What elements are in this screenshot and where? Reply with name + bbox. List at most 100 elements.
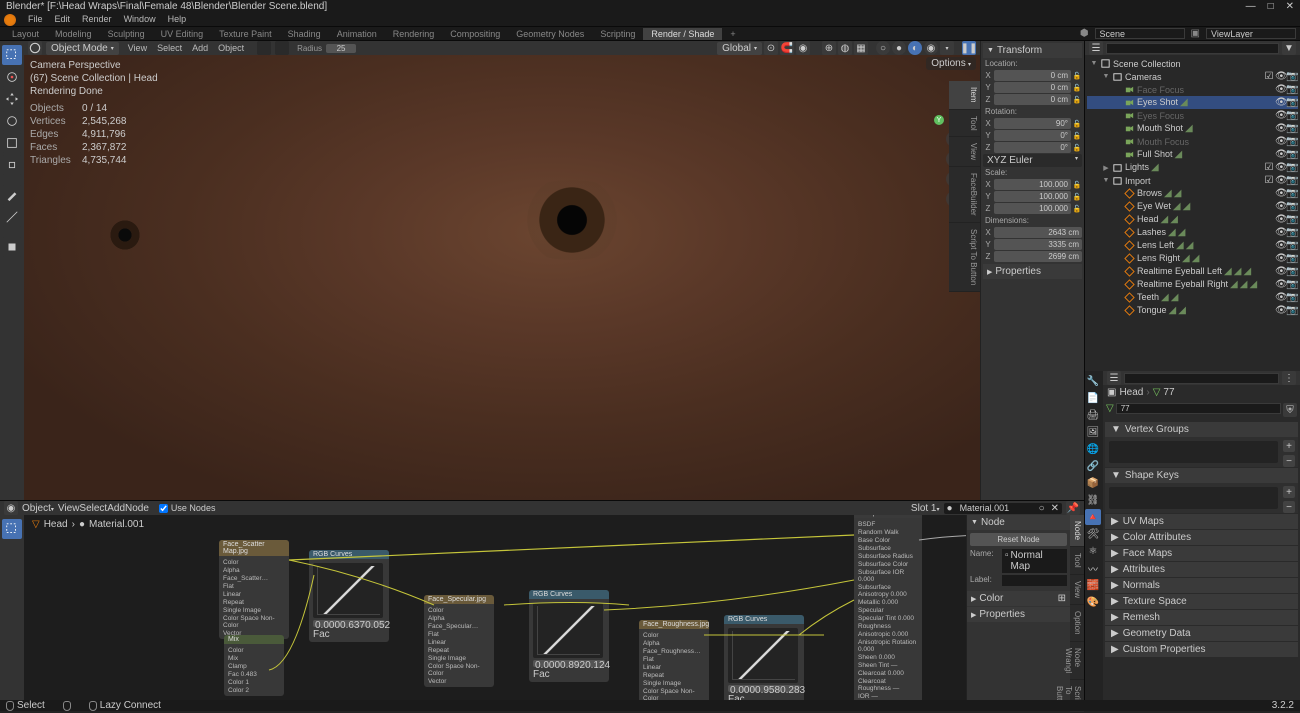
n-panel-tab[interactable]: FaceBuilder xyxy=(949,167,980,223)
rgb-curves-node-2[interactable]: RGB Curves 0.0000.8920.124Fac xyxy=(529,590,609,682)
scale-z[interactable]: 100.000 xyxy=(994,203,1071,214)
mode-dropdown[interactable]: Object Mode▾ xyxy=(46,42,119,55)
remove-button[interactable]: − xyxy=(1283,455,1295,467)
cursor-tool[interactable] xyxy=(2,67,22,87)
outliner-item[interactable]: Realtime Eyeball Left◢◢◢👁📷 xyxy=(1087,265,1298,278)
node-menu-node[interactable]: Node xyxy=(125,503,149,514)
location-y[interactable]: 0 cm xyxy=(994,82,1071,93)
overlay-toggle[interactable]: ◍ xyxy=(838,41,852,55)
props-editor-type[interactable]: ☰ xyxy=(1107,371,1121,385)
scale-y[interactable]: 100.000 xyxy=(994,191,1071,202)
node-canvas[interactable]: Face_Scatter Map.jpg ColorAlphaFace_Scat… xyxy=(24,515,966,700)
viewport-menu-add[interactable]: Add xyxy=(187,42,213,54)
mix-node[interactable]: Mix ColorMixClampFac 0.483Color 1Color 2 xyxy=(224,635,284,696)
location-x[interactable]: 0 cm xyxy=(994,70,1071,81)
n-panel-tab[interactable]: Script To Button xyxy=(949,223,980,292)
workspace-tab[interactable]: Texture Paint xyxy=(211,28,280,40)
snap-toggle[interactable]: 🧲 xyxy=(780,41,794,55)
add-primitive-tool[interactable] xyxy=(2,237,22,257)
n-panel-tab[interactable]: View xyxy=(949,137,980,167)
image-texture-node-roughness[interactable]: Face_Roughness.jpg ColorAlphaFace_Roughn… xyxy=(639,620,709,700)
orientation-dropdown[interactable]: Global ▾ xyxy=(717,42,762,55)
outliner-item[interactable]: ▼Import☑👁📷 xyxy=(1087,174,1298,187)
list-box[interactable] xyxy=(1109,441,1278,463)
pivot-dropdown[interactable]: ⊙ xyxy=(764,41,778,55)
properties-tab[interactable]: 📄 xyxy=(1085,390,1101,406)
rotation-x[interactable]: 90° xyxy=(994,118,1071,129)
tool-settings-toggle[interactable] xyxy=(257,41,271,55)
workspace-tab[interactable]: Sculpting xyxy=(100,28,153,40)
menu-window[interactable]: Window xyxy=(118,13,162,25)
menu-help[interactable]: Help xyxy=(162,13,193,25)
properties-tab[interactable]: 🛠 xyxy=(1085,526,1101,542)
workspace-tab[interactable]: Scripting xyxy=(592,28,643,40)
workspace-tab[interactable]: Layout xyxy=(4,28,47,40)
node-menu-add[interactable]: Add xyxy=(107,503,125,514)
properties-tab[interactable]: 🖼 xyxy=(1085,424,1101,440)
panel-header-texture-space[interactable]: ▶Texture Space xyxy=(1105,594,1298,609)
workspace-tab[interactable]: Rendering xyxy=(385,28,443,40)
panel-header-face-maps[interactable]: ▶Face Maps xyxy=(1105,546,1298,561)
properties-tab[interactable]: 🔗 xyxy=(1085,458,1101,474)
annotate-tool[interactable] xyxy=(2,185,22,205)
ne-panel-tab[interactable]: Node xyxy=(1070,515,1084,547)
outliner-mode-dropdown[interactable]: ☰ xyxy=(1089,41,1103,55)
orientation-toggle[interactable] xyxy=(275,41,289,55)
dim-z[interactable]: 2699 cm xyxy=(994,251,1082,262)
transform-tool[interactable] xyxy=(2,155,22,175)
properties-tab[interactable]: 🔺 xyxy=(1085,509,1101,525)
rgb-curves-node-1[interactable]: RGB Curves 0.0000.6370.052Fac xyxy=(309,550,389,642)
shading-wireframe[interactable]: ○ xyxy=(876,41,890,55)
outliner-item[interactable]: Realtime Eyeball Right◢◢◢👁📷 xyxy=(1087,278,1298,291)
breadcrumb-material[interactable]: Material.001 xyxy=(89,519,144,530)
n-panel-tab[interactable]: Tool xyxy=(949,110,980,138)
properties-tab[interactable]: 🔧 xyxy=(1085,373,1101,389)
outliner-item[interactable]: Lens Right◢◢👁📷 xyxy=(1087,252,1298,265)
scale-x[interactable]: 100.000 xyxy=(994,179,1071,190)
ne-panel-tab[interactable]: Tool xyxy=(1070,547,1084,575)
shading-options[interactable]: ▾ xyxy=(940,41,954,55)
outliner-item[interactable]: Head◢◢👁📷 xyxy=(1087,213,1298,226)
datablock-shield-icon[interactable]: ⛨ xyxy=(1283,403,1297,417)
render-pause[interactable]: ❚❚ xyxy=(962,41,976,55)
panel-header-color-attributes[interactable]: ▶Color Attributes xyxy=(1105,530,1298,545)
properties-tab[interactable]: 〰 xyxy=(1085,560,1101,576)
scale-tool[interactable] xyxy=(2,133,22,153)
outliner-item[interactable]: ▶Lights◢☑👁📷 xyxy=(1087,161,1298,174)
select-box-tool[interactable] xyxy=(2,45,22,65)
workspace-tab[interactable]: Shading xyxy=(280,28,329,40)
workspace-tab[interactable]: Compositing xyxy=(442,28,508,40)
outliner-item[interactable]: Lens Left◢◢👁📷 xyxy=(1087,239,1298,252)
outliner-item[interactable]: Teeth◢◢👁📷 xyxy=(1087,291,1298,304)
properties-tab[interactable]: 🌐 xyxy=(1085,441,1101,457)
image-texture-node-scatter[interactable]: Face_Scatter Map.jpg ColorAlphaFace_Scat… xyxy=(219,540,289,639)
outliner-item[interactable]: ▼Cameras☑👁📷 xyxy=(1087,70,1298,83)
properties-tab[interactable]: ⚛ xyxy=(1085,543,1101,559)
node-menu-view[interactable]: View xyxy=(58,503,80,514)
outliner-item[interactable]: Full Shot◢👁📷 xyxy=(1087,148,1298,161)
add-button[interactable]: + xyxy=(1283,440,1295,452)
panel-header-attributes[interactable]: ▶Attributes xyxy=(1105,562,1298,577)
ne-panel-tab[interactable]: Option xyxy=(1070,605,1084,642)
list-box[interactable] xyxy=(1109,487,1278,509)
properties-tab[interactable]: 🎨 xyxy=(1085,594,1101,610)
rgb-curves-node-3[interactable]: RGB Curves 0.0000.9580.283Fac xyxy=(724,615,804,700)
node-color-panel[interactable]: ▶Color⊞ xyxy=(967,591,1070,606)
outliner-item[interactable]: Face Focus👁📷 xyxy=(1087,83,1298,96)
props-options[interactable]: ⋮ xyxy=(1282,371,1296,385)
editor-type-dropdown[interactable] xyxy=(28,41,42,55)
proportional-toggle[interactable]: ◉ xyxy=(796,41,810,55)
principled-bsdf-node[interactable]: Principled BSDF BSDFRandom WalkBase Colo… xyxy=(854,515,922,700)
node-label-input[interactable] xyxy=(1002,575,1067,586)
menu-edit[interactable]: Edit xyxy=(49,13,77,25)
xray-toggle[interactable]: ▦ xyxy=(854,41,868,55)
n-panel-tab[interactable]: Item xyxy=(949,81,980,110)
dim-y[interactable]: 3335 cm xyxy=(994,239,1082,250)
panel-header-custom-properties[interactable]: ▶Custom Properties xyxy=(1105,642,1298,657)
workspace-tab[interactable]: Render / Shade xyxy=(643,28,722,40)
outliner-item[interactable]: Mouth Shot◢👁📷 xyxy=(1087,122,1298,135)
panel-header-uv-maps[interactable]: ▶UV Maps xyxy=(1105,514,1298,529)
rotation-mode-dropdown[interactable]: XYZ Euler▾ xyxy=(983,154,1082,167)
properties-search[interactable] xyxy=(1124,373,1279,384)
dim-x[interactable]: 2643 cm xyxy=(994,227,1082,238)
